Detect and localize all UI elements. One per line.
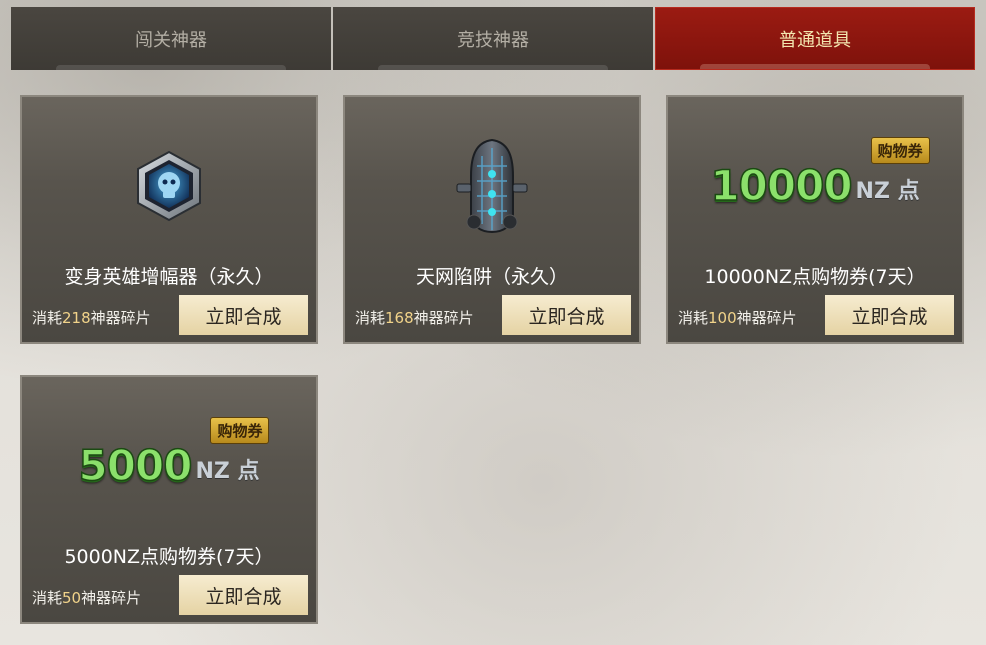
item-image: 10000 NZ 点 购物券	[668, 121, 962, 251]
coupon-unit: NZ 点	[195, 459, 260, 484]
item-image: 5000 NZ 点 购物券	[22, 401, 316, 531]
skynet-trap-icon	[456, 138, 528, 234]
hero-amplifier-icon	[137, 150, 201, 222]
tab-stage-artifacts[interactable]: 闯关神器	[11, 7, 331, 70]
synthesize-button[interactable]: 立即合成	[825, 295, 954, 335]
coupon-tag: 购物券	[210, 417, 270, 444]
cost-number: 50	[62, 589, 82, 607]
coupon-amount: 5000	[78, 441, 193, 490]
item-card: 天网陷阱（永久） 消耗168神器碎片 立即合成	[343, 95, 641, 344]
item-name: 10000NZ点购物券(7天）	[704, 266, 926, 288]
item-card: 10000 NZ 点 购物券 10000NZ点购物券(7天） 消耗100神器碎片…	[666, 95, 964, 344]
synthesize-button[interactable]: 立即合成	[502, 295, 631, 335]
cost-number: 100	[708, 309, 737, 327]
item-card: 变身英雄增幅器（永久） 消耗218神器碎片 立即合成	[20, 95, 318, 344]
tab-notch	[56, 65, 286, 70]
item-cost: 消耗100神器碎片	[678, 309, 797, 327]
coupon-icon: 5000 NZ 点 购物券	[78, 417, 270, 490]
tab-label: 竞技神器	[457, 29, 529, 51]
tab-common-items[interactable]: 普通道具	[655, 7, 975, 70]
item-name: 天网陷阱（永久）	[415, 266, 568, 288]
item-card: 5000 NZ 点 购物券 5000NZ点购物券(7天） 消耗50神器碎片 立即…	[20, 375, 318, 624]
tab-notch	[700, 64, 930, 69]
item-cost: 消耗168神器碎片	[355, 309, 474, 327]
cost-number: 168	[385, 309, 414, 327]
item-image	[22, 121, 316, 251]
tab-notch	[378, 65, 608, 70]
item-cost: 消耗218神器碎片	[32, 309, 151, 327]
tab-label: 普通道具	[779, 29, 851, 51]
item-image	[345, 121, 639, 251]
tab-label: 闯关神器	[135, 29, 207, 51]
synthesize-button[interactable]: 立即合成	[179, 295, 308, 335]
coupon-unit: NZ 点	[855, 179, 920, 204]
tab-arena-artifacts[interactable]: 竞技神器	[333, 7, 653, 70]
synthesize-button[interactable]: 立即合成	[179, 575, 308, 615]
coupon-icon: 10000 NZ 点 购物券	[710, 137, 930, 210]
category-tabs: 闯关神器 竞技神器 普通道具	[11, 7, 975, 70]
item-name: 5000NZ点购物券(7天）	[64, 546, 274, 568]
item-name: 变身英雄增幅器（永久）	[64, 266, 274, 288]
item-cost: 消耗50神器碎片	[32, 589, 142, 607]
coupon-tag: 购物券	[870, 137, 930, 164]
coupon-amount: 10000	[710, 161, 854, 210]
cost-number: 218	[62, 309, 91, 327]
